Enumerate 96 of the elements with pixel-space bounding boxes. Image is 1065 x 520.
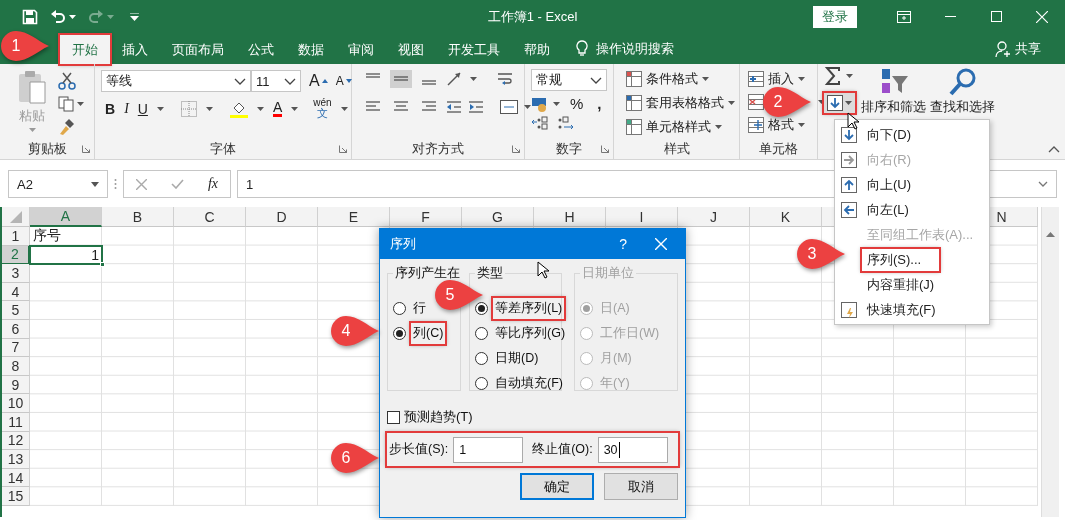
- bold-button[interactable]: B: [105, 100, 116, 117]
- radio-label: 年(Y): [599, 375, 631, 392]
- ribbon-tab[interactable]: 审阅: [336, 35, 386, 64]
- ribbon-tab[interactable]: 插入: [110, 35, 160, 64]
- column-header[interactable]: B: [102, 207, 174, 227]
- field-label: 终止值(O):: [532, 441, 593, 458]
- menu-item[interactable]: 序列(S)...: [862, 248, 940, 271]
- font-size-dropdown[interactable]: 11: [251, 70, 301, 92]
- ribbon-tab[interactable]: 公式: [236, 35, 286, 64]
- percent-button[interactable]: %: [570, 95, 584, 112]
- window-title: 工作簿1 - Excel: [487, 7, 578, 26]
- font-color-button[interactable]: A: [272, 100, 283, 117]
- underline-button[interactable]: U: [137, 100, 148, 117]
- group-label: 剪贴板: [27, 140, 67, 158]
- column-header[interactable]: J: [678, 207, 750, 227]
- styles-menu-button[interactable]: 条件格式: [626, 70, 709, 88]
- ribbon-tab[interactable]: 数据: [286, 35, 336, 64]
- insert-function-button[interactable]: fx: [207, 176, 218, 192]
- radio-label: 月(M): [599, 350, 633, 367]
- shrink-font-button[interactable]: A: [335, 74, 352, 88]
- number-format-dropdown[interactable]: 常规: [531, 69, 607, 91]
- column-header[interactable]: G: [462, 207, 534, 227]
- group-label: 数字: [556, 140, 582, 158]
- ribbon-tab[interactable]: 视图: [386, 35, 436, 64]
- radio-label[interactable]: 等比序列(G): [493, 323, 568, 344]
- menu-item[interactable]: 向上(U): [862, 173, 917, 196]
- column-header[interactable]: D: [246, 207, 318, 227]
- table-cell[interactable]: 1: [30, 245, 102, 265]
- cells-menu-button[interactable]: 插入: [748, 70, 805, 88]
- input-field[interactable]: 1: [453, 436, 524, 463]
- table-cell[interactable]: 序号: [30, 227, 102, 246]
- cells-menu-button[interactable]: 格式: [748, 116, 805, 134]
- step-badge: 2: [762, 86, 812, 118]
- step-badge: 3: [796, 238, 846, 270]
- ribbon-tab[interactable]: 开始: [60, 35, 110, 64]
- column-header[interactable]: K: [750, 207, 822, 227]
- row-header[interactable]: 5: [2, 301, 30, 320]
- step-badge: 1: [0, 30, 50, 62]
- radio-label: 工作日(W): [599, 325, 661, 342]
- ribbon-tab[interactable]: 帮助: [512, 35, 562, 64]
- group-label: 字体: [210, 140, 236, 158]
- dialog-button[interactable]: 取消: [604, 473, 678, 500]
- column-header[interactable]: C: [174, 207, 246, 227]
- italic-button[interactable]: I: [124, 100, 129, 117]
- column-header[interactable]: F: [390, 207, 462, 227]
- help-button[interactable]: ?: [619, 236, 627, 252]
- step-badge: 6: [330, 442, 380, 474]
- radio-label[interactable]: 行: [411, 298, 428, 319]
- name-box[interactable]: A2: [8, 170, 108, 198]
- checkbox-label[interactable]: 预测趋势(T): [404, 408, 473, 426]
- font-name-dropdown[interactable]: 等线: [101, 70, 251, 92]
- styles-menu-button[interactable]: 套用表格格式: [626, 94, 735, 112]
- ribbon-tab[interactable]: 页面布局: [160, 35, 236, 64]
- menu-item[interactable]: 向左(L): [862, 198, 914, 221]
- radio-label: 日(A): [599, 300, 631, 317]
- grow-font-button[interactable]: A: [309, 72, 328, 90]
- menu-item[interactable]: 内容重排(J): [862, 273, 940, 296]
- dialog-button[interactable]: 确定: [520, 473, 594, 500]
- radio-label[interactable]: 日期(D): [493, 348, 541, 369]
- row-header[interactable]: 10: [2, 394, 30, 413]
- styles-menu-button[interactable]: 单元格样式: [626, 118, 722, 136]
- menu-item: 向右(R): [866, 150, 913, 169]
- column-header[interactable]: I: [606, 207, 678, 227]
- tell-me-search[interactable]: 操作说明搜索: [596, 39, 674, 58]
- group-label: 样式: [663, 140, 690, 158]
- menu-item: 至同组工作表(A)...: [866, 225, 975, 244]
- input-field[interactable]: 30: [597, 436, 668, 463]
- step-badge: 4: [330, 315, 380, 347]
- menu-item[interactable]: 快速填充(F): [862, 298, 941, 321]
- row-header[interactable]: 1: [2, 227, 30, 246]
- group-label: 序列产生在: [394, 265, 461, 282]
- radio-label[interactable]: 列(C): [411, 323, 446, 344]
- column-header[interactable]: H: [534, 207, 606, 227]
- row-header[interactable]: 15: [2, 487, 30, 506]
- find-select-button[interactable]: 查找和选择: [930, 67, 995, 116]
- sort-filter-button[interactable]: 排序和筛选: [861, 67, 926, 116]
- dialog-title: 序列: [390, 235, 416, 253]
- menu-item[interactable]: 向下(D): [862, 123, 917, 146]
- group-label: 对齐方式: [412, 140, 464, 158]
- radio-label[interactable]: 自动填充(F): [493, 373, 565, 394]
- share-button[interactable]: 共享: [1015, 39, 1041, 58]
- row-header[interactable]: 13: [2, 450, 30, 469]
- group-label: 类型: [476, 265, 504, 282]
- phonetic-button[interactable]: wén 文: [313, 98, 332, 119]
- ribbon-tab[interactable]: 开发工具: [436, 35, 512, 64]
- group-label: 单元格: [759, 140, 798, 158]
- row-header[interactable]: 8: [2, 357, 30, 376]
- group-label: 日期单位: [581, 265, 635, 282]
- column-header[interactable]: A: [30, 207, 102, 227]
- login-button[interactable]: 登录: [813, 5, 857, 28]
- row-header[interactable]: 3: [2, 264, 30, 283]
- radio-label[interactable]: 等差序列(L): [493, 298, 565, 319]
- column-header[interactable]: E: [318, 207, 390, 227]
- field-label: 步长值(S):: [389, 441, 449, 458]
- comma-button[interactable]: ,: [597, 95, 602, 112]
- step-badge: 5: [434, 279, 484, 311]
